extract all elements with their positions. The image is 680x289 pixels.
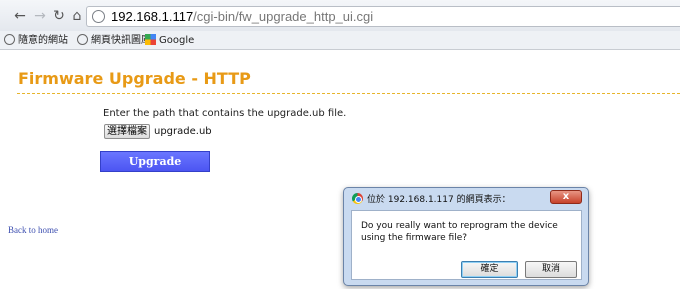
dialog-title: 位於 192.168.1.117 的網頁表示： <box>367 195 511 205</box>
ok-button[interactable]: 確定 <box>461 261 518 278</box>
choose-file-button[interactable]: 選擇檔案 <box>104 124 150 139</box>
home-icon[interactable]: ⌂ <box>69 8 85 24</box>
bookmark-item[interactable]: Google <box>145 33 194 48</box>
title-divider <box>17 93 680 94</box>
browser-toolbar: ← → ↻ ⌂ 192.168.1.117/cgi-bin/fw_upgrade… <box>0 0 680 31</box>
dialog-message: Do you really want to reprogram the devi… <box>361 221 558 243</box>
bookmark-item[interactable]: 隨意的網站 <box>4 33 68 48</box>
url-path: /cgi-bin/fw_upgrade_http_ui.cgi <box>193 9 374 24</box>
globe-icon <box>4 34 15 45</box>
page-info-icon[interactable] <box>92 10 105 23</box>
url-text: 192.168.1.117/cgi-bin/fw_upgrade_http_ui… <box>111 9 373 24</box>
chrome-icon <box>352 193 363 204</box>
forward-arrow-icon[interactable]: → <box>32 8 48 24</box>
bookmark-label: 隨意的網站 <box>18 35 68 46</box>
dialog-close-button[interactable]: x <box>550 190 582 204</box>
confirm-dialog: 位於 192.168.1.117 的網頁表示： x Do you really … <box>343 187 589 286</box>
selected-file-name: upgrade.ub <box>154 126 212 137</box>
instruction-text: Enter the path that contains the upgrade… <box>103 108 347 119</box>
google-icon <box>145 34 156 45</box>
back-to-home-link[interactable]: Back to home <box>8 225 58 235</box>
bookmark-item[interactable]: 網頁快訊圖庫 <box>77 33 151 48</box>
address-bar[interactable]: 192.168.1.117/cgi-bin/fw_upgrade_http_ui… <box>86 6 680 27</box>
dialog-body: Do you really want to reprogram the devi… <box>351 210 582 280</box>
url-host: 192.168.1.117 <box>111 9 194 24</box>
upgrade-firmware-button[interactable]: Upgrade Firmware <box>100 151 210 187</box>
page-title: Firmware Upgrade - HTTP <box>18 69 251 88</box>
globe-icon <box>77 34 88 45</box>
reload-icon[interactable]: ↻ <box>51 8 67 24</box>
bookmark-label: 網頁快訊圖庫 <box>91 35 151 46</box>
bookmark-label: Google <box>159 35 195 46</box>
cancel-button[interactable]: 取消 <box>525 261 577 278</box>
dialog-titlebar[interactable]: 位於 192.168.1.117 的網頁表示： x <box>344 188 588 209</box>
back-arrow-icon[interactable]: ← <box>12 8 28 24</box>
bookmarks-bar: 隨意的網站 網頁快訊圖庫 Google <box>0 31 680 50</box>
